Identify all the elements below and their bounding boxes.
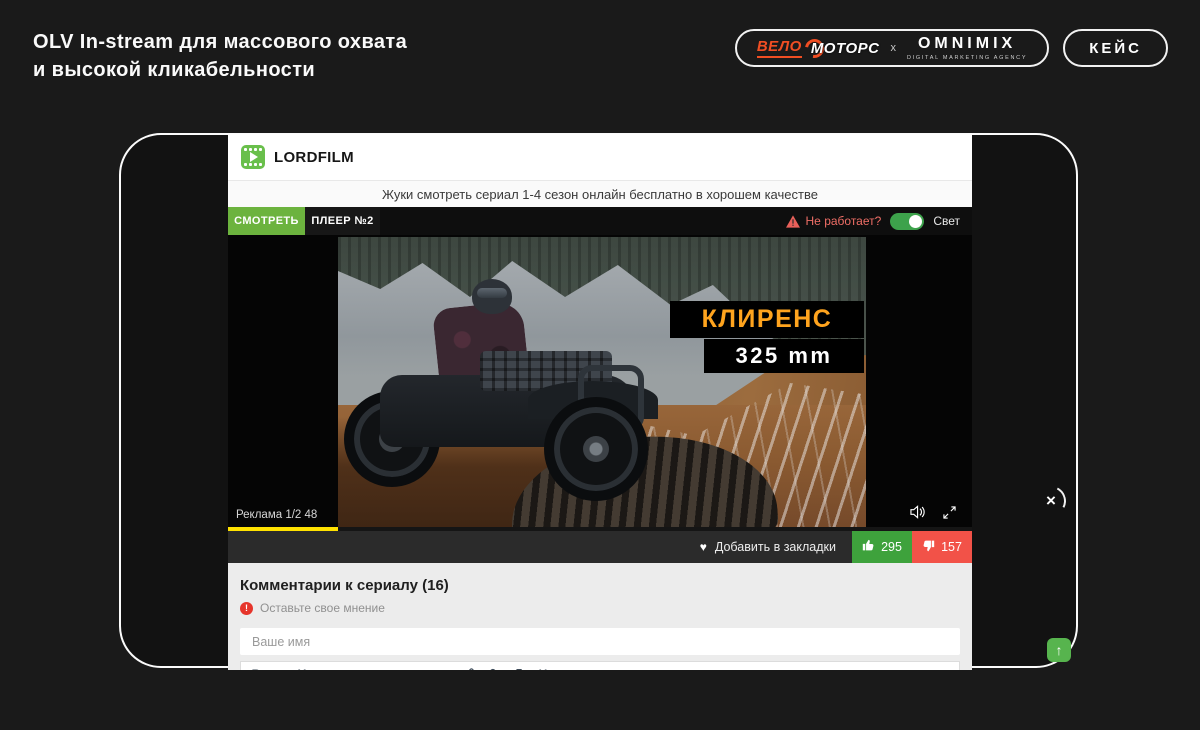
slide-title-line1: OLV In-stream для массового охвата [33,28,407,56]
comments-section: Комментарии к сериалу (16) ! Оставьте св… [228,563,972,670]
quote-icon[interactable]: ❞ [514,667,524,670]
header-badges: ВЕЛО МОТОРС x OMNIMIX DIGITAL MARKETING … [735,29,1168,67]
play-icon [250,152,258,162]
scroll-top-button[interactable]: ↑ [1047,638,1071,662]
emoji-icon[interactable]: ☺ [439,667,451,670]
list-bullet-icon[interactable]: ≔ [389,667,401,670]
player-tabs-row: СМОТРЕТЬ ПЛЕЕР №2 Не работает? Свет [228,207,972,235]
page-title-bar: Жуки смотреть сериал 1-4 сезон онлайн бе… [228,180,972,207]
ad-overlay-title: КЛИРЕНС [670,301,864,338]
slide-title: OLV In-stream для массового охвата и выс… [33,28,407,84]
ad-progress-fill [228,527,338,531]
ad-counter: Реклама 1/2 48 [236,509,317,521]
align-left-icon[interactable]: ≡ [320,667,330,670]
close-ad-button[interactable]: × [1036,486,1066,516]
bookmark-label: Добавить в закладки [715,540,836,554]
page-title: Жуки смотреть сериал 1-4 сезон онлайн бе… [382,187,818,202]
site-header: LORDFILM [228,134,972,180]
heart-icon: ♥ [700,540,707,554]
site-logo-text[interactable]: LORDFILM [274,149,354,166]
key-icon[interactable] [489,668,501,670]
ad-progress-track[interactable] [228,527,972,531]
close-icon: × [1036,486,1066,516]
slide-title-line2: и высокой кликабельности [33,56,407,84]
arrow-up-icon: ↑ [1056,642,1063,658]
film-perforation [244,148,262,151]
tab-player2[interactable]: ПЛЕЕР №2 [305,207,380,235]
report-problem-label: Не работает? [806,214,882,228]
light-toggle-label: Свет [933,214,960,228]
rider-helmet [472,279,512,314]
atv-rider-illustration [352,279,662,515]
player-tools: Не работает? Свет [786,207,972,235]
velomotors-logo-part1: ВЕЛО [757,38,802,58]
underline-icon[interactable]: U [297,667,307,670]
editor-toolbar: B I U ≡ ≡ ≡ ≔ ≕ ☺ ❞ {;} ≣ [240,661,960,670]
atv-front-wheel [544,397,648,501]
player-controls [910,505,956,519]
omnimix-name: OMNIMIX [918,35,1016,53]
actions-bar: ♥ Добавить в закладки 295 157 [228,531,972,563]
dislike-count: 157 [941,540,962,554]
velomotors-logo-part2: МОТОРС [811,40,880,57]
spoiler-icon[interactable] [585,669,598,671]
like-count: 295 [881,540,902,554]
brand-separator: x [890,42,896,54]
dislike-button[interactable]: 157 [912,531,972,563]
toggle-knob [909,215,922,228]
bookmark-button[interactable]: ♥ Добавить в закладки [700,540,836,554]
list-ordered-icon[interactable]: ≕ [414,667,426,670]
omnimix-subtitle: DIGITAL MARKETING AGENCY [907,55,1027,61]
tab-watch[interactable]: СМОТРЕТЬ [228,207,305,235]
volume-icon[interactable] [910,505,927,519]
link-icon[interactable] [464,668,476,670]
comments-title: Комментарии к сериалу (16) [240,577,960,594]
light-toggle[interactable] [890,213,924,230]
slide: OLV In-stream для массового охвата и выс… [0,0,1200,730]
comments-hint-label: Оставьте свое мнение [260,601,385,615]
video-player[interactable]: КЛИРЕНС 325 mm Реклама 1/2 48 [228,235,972,531]
fullscreen-icon[interactable] [943,506,956,519]
omnimix-logo: OMNIMIX DIGITAL MARKETING AGENCY [907,35,1027,61]
browser-screenshot: LORDFILM Жуки смотреть сериал 1-4 сезон … [228,134,972,670]
film-logo-icon[interactable] [241,145,265,169]
film-perforation [244,163,262,166]
comments-hint: ! Оставьте свое мнение [240,601,960,615]
bold-icon[interactable]: B [251,667,261,670]
velomotors-logo: ВЕЛО МОТОРС [757,38,880,58]
exclamation-icon: ! [240,602,253,615]
thumb-up-icon [862,539,875,555]
video-ad-frame[interactable]: КЛИРЕНС 325 mm [338,237,866,529]
italic-icon[interactable]: I [274,667,284,671]
thumb-down-icon [922,539,935,555]
code-icon[interactable]: {;} [537,667,548,670]
like-button[interactable]: 295 [852,531,912,563]
align-right-icon[interactable]: ≡ [366,667,376,670]
report-problem-button[interactable]: Не работает? [786,214,882,228]
ad-overlay-value: 325 mm [704,339,864,373]
text-lines-icon[interactable]: ≣ [562,667,572,670]
warning-icon [786,215,800,228]
case-badge: КЕЙС [1063,29,1168,67]
name-input[interactable] [240,628,960,655]
align-center-icon[interactable]: ≡ [343,667,353,670]
brand-badge: ВЕЛО МОТОРС x OMNIMIX DIGITAL MARKETING … [735,29,1049,67]
